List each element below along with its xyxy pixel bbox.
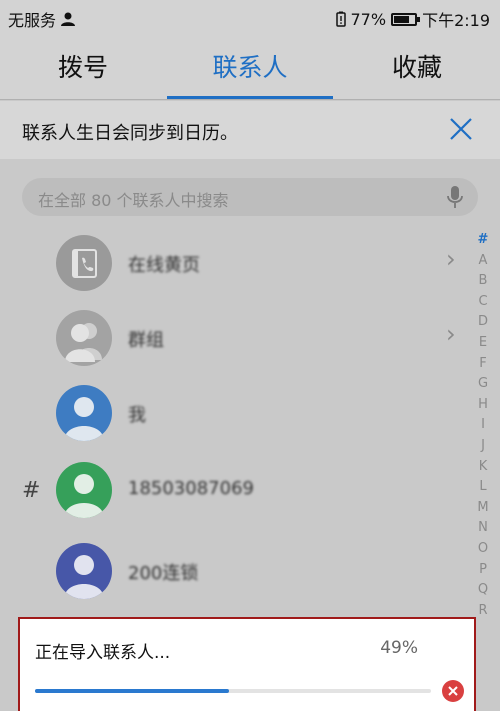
tab-dialpad[interactable]: 拨号 <box>0 48 166 84</box>
active-tab-indicator <box>167 96 333 99</box>
person-avatar <box>56 543 112 599</box>
person-icon <box>61 12 76 26</box>
index-letter[interactable]: M <box>474 498 492 519</box>
list-item-contact[interactable]: 200连锁 <box>0 533 470 613</box>
index-letter[interactable]: G <box>474 374 492 395</box>
chevron-right-icon: › <box>446 320 456 348</box>
import-progress-bar <box>35 689 431 693</box>
yellow-pages-icon <box>56 235 112 291</box>
chevron-right-icon: › <box>446 245 456 273</box>
index-letter[interactable]: K <box>474 457 492 478</box>
import-status-text: 正在导入联系人... <box>35 643 171 663</box>
import-progress-fill <box>35 689 230 693</box>
index-letter[interactable]: C <box>474 292 492 313</box>
index-letter[interactable]: N <box>474 518 492 539</box>
tab-bar: 拨号 联系人 收藏 <box>0 34 500 100</box>
carrier-text: 无服务 <box>8 11 57 30</box>
index-letter[interactable]: O <box>474 539 492 560</box>
banner-text: 联系人生日会同步到日历。 <box>22 123 238 144</box>
list-item-me[interactable]: 我 <box>0 373 470 453</box>
index-letter[interactable]: E <box>474 333 492 354</box>
clock: 下午2:19 <box>422 11 490 30</box>
battery-level <box>394 15 410 23</box>
import-progress-dialog: 正在导入联系人... 49% <box>18 617 476 711</box>
alphabet-index[interactable]: # A B C D E F G H I J K L M N O P Q R <box>474 230 492 621</box>
battery-alert-icon <box>335 11 346 27</box>
contact-name: 200连锁 <box>128 563 199 584</box>
cancel-icon[interactable] <box>442 680 464 702</box>
battery-percent: 77% <box>350 9 387 29</box>
status-bar: 无服务 77% 下午2:19 <box>0 0 500 34</box>
contact-name: 我 <box>128 405 146 426</box>
import-percent: 49% <box>380 638 418 658</box>
index-letter[interactable]: D <box>474 312 492 333</box>
index-letter[interactable]: H <box>474 395 492 416</box>
index-letter[interactable]: I <box>474 415 492 436</box>
tab-contacts[interactable]: 联系人 <box>167 48 333 84</box>
contact-name: 在线黄页 <box>128 255 200 276</box>
index-letter[interactable]: L <box>474 477 492 498</box>
index-letter[interactable]: R <box>474 601 492 622</box>
index-letter[interactable]: A <box>474 251 492 272</box>
person-avatar <box>56 385 112 441</box>
list-item-groups[interactable]: 群组 › <box>0 298 470 378</box>
birthday-sync-banner: 联系人生日会同步到日历。 <box>0 101 500 159</box>
index-letter[interactable]: Q <box>474 580 492 601</box>
search-placeholder: 在全部 80 个联系人中搜索 <box>38 191 229 210</box>
close-icon[interactable] <box>446 114 476 144</box>
mic-icon[interactable] <box>446 185 464 209</box>
battery-icon <box>391 12 421 26</box>
group-icon <box>56 310 112 366</box>
list-item-contact[interactable]: 18503087069 <box>0 452 470 532</box>
contact-name: 18503087069 <box>128 478 254 499</box>
index-letter[interactable]: B <box>474 271 492 292</box>
tab-favorites[interactable]: 收藏 <box>334 48 500 84</box>
index-letter[interactable]: J <box>474 436 492 457</box>
contact-name: 群组 <box>128 330 164 351</box>
person-avatar <box>56 462 112 518</box>
index-letter[interactable]: P <box>474 560 492 581</box>
index-letter[interactable]: # <box>474 230 492 251</box>
search-input[interactable]: 在全部 80 个联系人中搜索 <box>22 178 478 216</box>
index-letter[interactable]: F <box>474 354 492 375</box>
status-right: 77% 下午2:19 <box>335 7 490 31</box>
status-left: 无服务 <box>8 7 76 31</box>
list-item-yellow-pages[interactable]: 在线黄页 › <box>0 223 470 303</box>
